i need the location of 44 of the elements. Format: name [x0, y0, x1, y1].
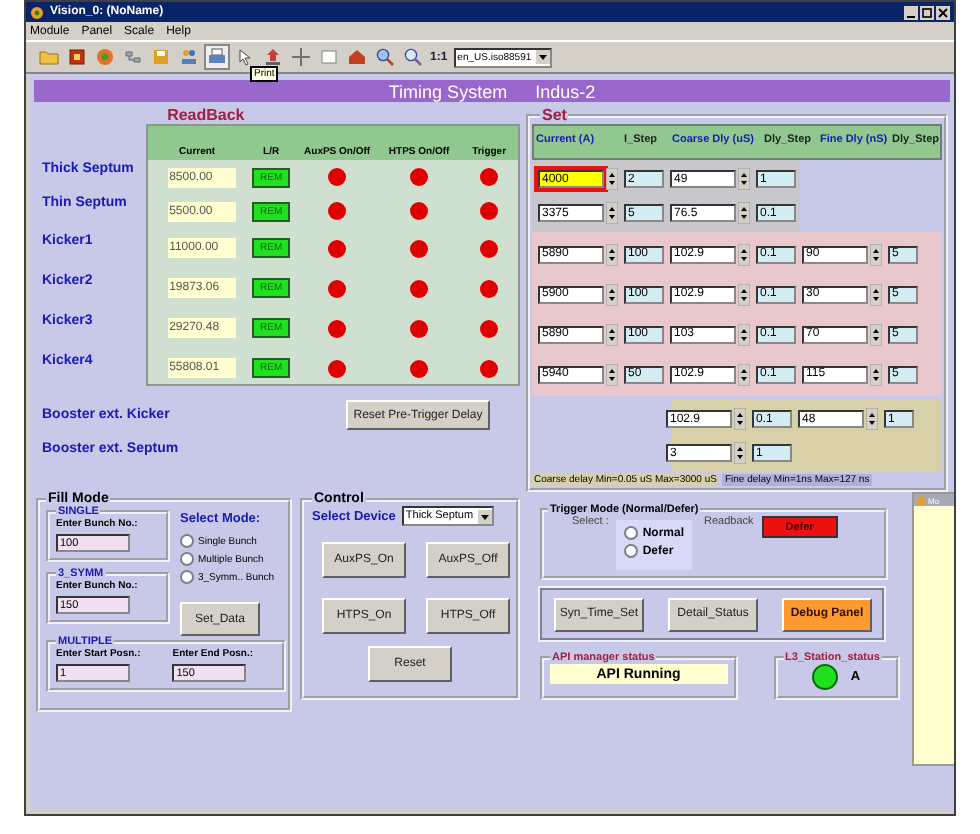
- spinner-icon[interactable]: [606, 283, 618, 305]
- close-icon[interactable]: [936, 5, 950, 19]
- spinner-icon[interactable]: [606, 363, 618, 385]
- spinner-icon[interactable]: [738, 323, 750, 345]
- cursor-icon[interactable]: [234, 46, 256, 68]
- spinner-icon[interactable]: [738, 168, 750, 190]
- spinner-icon[interactable]: [606, 202, 618, 224]
- dropdown-caret-icon: [535, 50, 550, 64]
- spinner-icon[interactable]: [870, 243, 882, 265]
- group-title: ReadBack: [165, 106, 247, 124]
- spinner-icon[interactable]: [734, 442, 746, 464]
- maximize-icon[interactable]: [920, 5, 934, 19]
- upload-icon[interactable]: [262, 46, 284, 68]
- spinner-icon[interactable]: [738, 202, 750, 224]
- stop-icon[interactable]: [66, 46, 88, 68]
- minimize-icon[interactable]: [904, 5, 918, 19]
- radio-button[interactable]: [180, 570, 194, 584]
- spinner-icon[interactable]: [870, 323, 882, 345]
- dropdown-caret-icon: [477, 509, 492, 523]
- spinner-icon[interactable]: [866, 408, 878, 430]
- app-icon: [30, 5, 44, 19]
- spinner-icon[interactable]: [870, 363, 882, 385]
- app-icon: [916, 495, 926, 505]
- print-icon[interactable]: [206, 46, 228, 68]
- spinner-icon[interactable]: [606, 168, 618, 190]
- radio-button[interactable]: [180, 552, 194, 566]
- network-icon[interactable]: [122, 46, 144, 68]
- banner-subtitle: Indus-2: [535, 81, 596, 101]
- people-icon[interactable]: [178, 46, 200, 68]
- spinner-icon[interactable]: [606, 323, 618, 345]
- home-icon[interactable]: [346, 46, 368, 68]
- radio-button[interactable]: [180, 534, 194, 548]
- group-title: Set: [540, 106, 569, 124]
- spinner-icon[interactable]: [738, 283, 750, 305]
- radio-button[interactable]: [624, 544, 639, 558]
- spinner-icon[interactable]: [738, 243, 750, 265]
- spinner-icon[interactable]: [734, 408, 746, 430]
- spinner-icon[interactable]: [738, 363, 750, 385]
- spinner-icon[interactable]: [606, 243, 618, 265]
- zoom-in-icon[interactable]: [374, 46, 396, 68]
- spinner-icon[interactable]: [870, 283, 882, 305]
- zoom-out-icon[interactable]: [402, 46, 424, 68]
- radio-button[interactable]: [624, 526, 639, 540]
- banner-title: Timing System: [388, 81, 508, 101]
